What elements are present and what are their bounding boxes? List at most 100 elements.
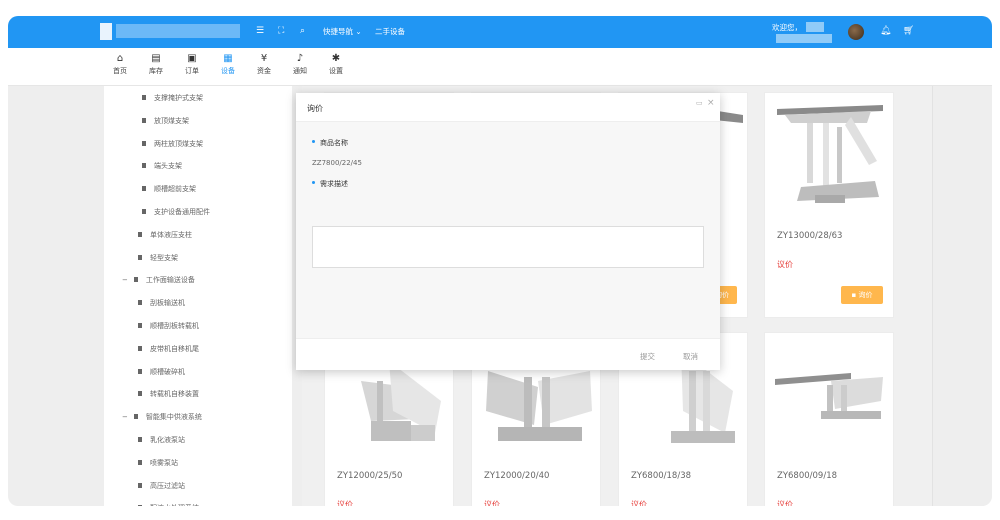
product-model: ZY12000/25/50 <box>337 471 403 481</box>
inventory-icon: ▤ <box>151 53 161 64</box>
product-model: ZY6800/18/38 <box>631 471 692 481</box>
product-model: ZY13000/28/63 <box>777 231 843 241</box>
modal-title: 询价 <box>307 104 323 113</box>
sidebar-item[interactable]: 顺槽破碎机 <box>138 367 185 377</box>
product-price: 议价 <box>631 500 647 506</box>
sidebar-item[interactable]: 轻型支架 <box>138 253 178 263</box>
sidebar-item[interactable]: 顺槽超前支架 <box>142 184 196 194</box>
bookmark-icon <box>142 209 146 214</box>
bookmark-icon <box>142 140 146 146</box>
sidebar-item-label: 配液水处理系统 <box>150 504 199 506</box>
bell-icon[interactable]: 🔔︎ <box>880 26 891 36</box>
nav-label: 资金 <box>257 67 271 75</box>
product-price: 议价 <box>777 500 793 506</box>
logo[interactable] <box>100 23 112 40</box>
sidebar-item[interactable]: − 智能集中供液系统 <box>122 412 202 422</box>
nav-label: 设置 <box>329 67 343 75</box>
nav-item-home[interactable]: ⌂ 首页 <box>108 52 132 76</box>
product-model: ZY12000/20/40 <box>484 471 550 481</box>
bookmark-icon <box>142 117 146 123</box>
bookmark-icon <box>138 345 142 351</box>
sidebar-item-label: 轻型支架 <box>150 253 178 262</box>
product-card[interactable]: ZY13000/28/63 议价 ▪ 询价 <box>764 92 894 318</box>
username-redacted <box>806 22 824 32</box>
collapse-toggle-icon[interactable]: − <box>122 413 128 421</box>
sidebar-item-label: 转载机自移装置 <box>150 390 199 399</box>
bookmark-icon <box>133 277 138 283</box>
sidebar-item[interactable]: 高压过滤站 <box>138 481 185 491</box>
nav-item-notifications[interactable]: ♪ 通知 <box>288 52 312 76</box>
sidebar-item[interactable]: 放顶煤支架 <box>142 116 189 126</box>
sidebar-item[interactable]: − 工作面输送设备 <box>122 275 195 285</box>
nav-item-settings[interactable]: ✱ 设置 <box>324 52 348 76</box>
product-price: 议价 <box>337 500 353 506</box>
second-hand-link[interactable]: 二手设备 <box>375 26 405 37</box>
sidebar-item[interactable]: 端头支架 <box>142 161 182 171</box>
gear-icon: ✱ <box>331 53 341 64</box>
product-name-value: ZZ7800/22/45 <box>312 159 362 167</box>
bookmark-icon <box>138 323 142 328</box>
bookmark-icon <box>138 437 142 442</box>
yen-icon: ¥ <box>260 53 268 64</box>
avatar[interactable] <box>848 24 864 40</box>
bookmark-icon <box>142 95 146 100</box>
fullscreen-icon[interactable]: ⛶ <box>278 26 284 36</box>
ask-price-button[interactable]: ▪ 询价 <box>841 286 883 304</box>
bookmark-icon <box>138 368 142 374</box>
home-icon: ⌂ <box>116 53 124 64</box>
bookmark-icon <box>138 231 142 237</box>
bookmark-icon <box>138 391 142 397</box>
sidebar-item[interactable]: 配液水处理系统 <box>138 503 199 506</box>
bookmark-icon <box>142 163 146 169</box>
submit-button[interactable]: 提交 <box>640 351 655 362</box>
maximize-icon[interactable]: ▭ <box>696 99 703 107</box>
product-name-label: 商品名称 <box>312 138 348 148</box>
sidebar-item[interactable]: 转载机自移装置 <box>138 389 199 399</box>
sidebar-item[interactable]: 单体液压支柱 <box>138 230 192 240</box>
quick-nav-label: 快捷导航 <box>323 27 353 36</box>
bullet-dot-icon <box>312 140 315 143</box>
nav-label: 设备 <box>221 67 235 75</box>
sidebar-item[interactable]: 刮板输送机 <box>138 298 185 308</box>
modal-body: 商品名称 ZZ7800/22/45 需求描述 <box>296 122 720 338</box>
cart-icon[interactable]: 🛒︎ <box>903 26 914 36</box>
user-info-redacted <box>776 34 832 43</box>
bell-icon: ♪ <box>296 53 304 64</box>
sidebar-item-label: 端头支架 <box>154 162 182 171</box>
sidebar-item-label: 支撑掩护式支架 <box>154 94 203 102</box>
product-image <box>775 373 883 419</box>
sidebar-item-label: 皮带机自移机尾 <box>150 344 199 353</box>
nav-item-inventory[interactable]: ▤ 库存 <box>144 52 168 76</box>
sidebar-item[interactable]: 支撑掩护式支架 <box>142 93 203 103</box>
product-card[interactable]: ZY6800/09/18 议价 <box>764 332 894 506</box>
collapse-toggle-icon[interactable]: − <box>122 276 128 284</box>
search-icon[interactable]: ⌕ <box>300 26 305 36</box>
close-icon[interactable]: × <box>707 98 715 108</box>
sidebar-item[interactable]: 皮带机自移机尾 <box>138 344 199 354</box>
product-price: 议价 <box>777 260 793 269</box>
sidebar-item[interactable]: 喷雾泵站 <box>138 458 178 468</box>
nav-label: 首页 <box>113 67 127 75</box>
menu-icon[interactable]: ☰ <box>256 26 264 36</box>
label-text: 需求描述 <box>320 180 348 188</box>
quick-nav-dropdown[interactable]: 快捷导航 ⌄ <box>323 26 362 37</box>
cancel-button[interactable]: 取消 <box>683 351 698 362</box>
sidebar-item[interactable]: 顺槽刮板转载机 <box>138 321 199 331</box>
sidebar-item[interactable]: 两柱放顶煤支架 <box>142 139 203 149</box>
sidebar-item-label: 高压过滤站 <box>150 481 185 490</box>
nav-item-equipment[interactable]: ▦ 设备 <box>216 52 240 76</box>
inquiry-modal: 询价 ▭ × 商品名称 ZZ7800/22/45 需求描述 提交 取消 <box>296 93 720 370</box>
nav-label: 订单 <box>185 67 199 75</box>
sidebar-item-label: 工作面输送设备 <box>145 276 195 285</box>
sidebar-item[interactable]: 乳化液泵站 <box>138 435 185 445</box>
bullet-dot-icon <box>312 181 315 184</box>
product-price: 议价 <box>484 500 500 506</box>
description-textarea[interactable] <box>312 226 704 268</box>
sidebar-item[interactable]: 支护设备通用配件 <box>142 207 210 217</box>
nav-item-orders[interactable]: ▣ 订单 <box>180 52 204 76</box>
nav-item-funds[interactable]: ¥ 资金 <box>252 52 276 76</box>
site-name-redacted <box>116 24 240 38</box>
main-nav: ⌂ 首页 ▤ 库存 ▣ 订单 ▦ 设备 ¥ 资金 ♪ 通知 ✱ 设置 <box>8 48 992 86</box>
welcome-text: 欢迎您， <box>772 23 802 32</box>
sidebar-item-label: 顺槽超前支架 <box>154 185 196 194</box>
